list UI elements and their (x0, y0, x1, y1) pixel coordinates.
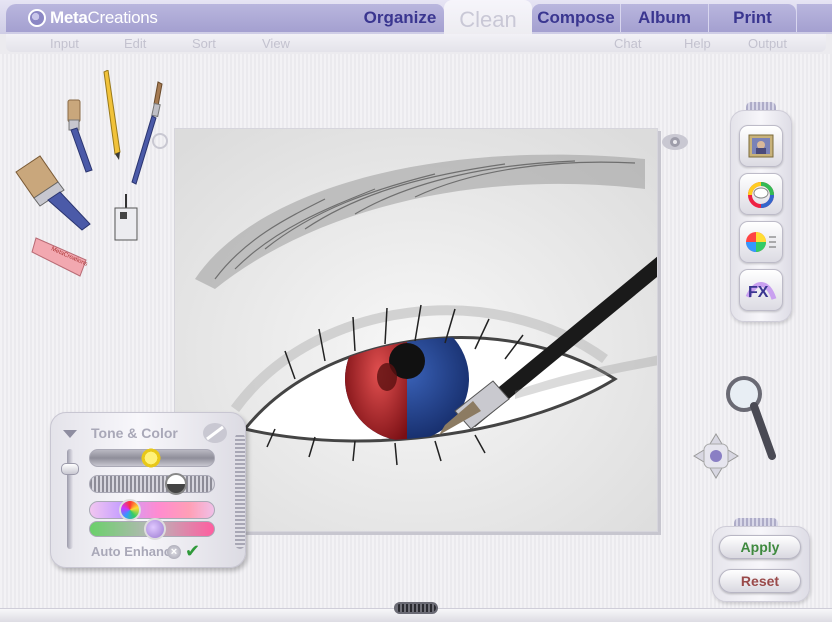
auto-enhance-label: Auto Enhance (91, 544, 179, 559)
view-eye-icon[interactable] (660, 132, 690, 152)
navigation-pad-icon[interactable] (692, 432, 740, 480)
canvas-corner-icon[interactable] (148, 132, 170, 152)
menu-chat[interactable]: Chat (614, 36, 641, 51)
saturation-knob-icon[interactable] (144, 518, 167, 540)
tool-palette: MetaCreations (10, 68, 170, 288)
menu-view[interactable]: View (262, 36, 290, 51)
tab-bar-end (796, 4, 832, 32)
brush-icon[interactable] (201, 421, 229, 445)
saturation-slider[interactable] (89, 518, 215, 540)
tab-album[interactable]: Album (620, 4, 708, 32)
hue-slider[interactable] (89, 499, 215, 521)
right-toolbar: FX (730, 110, 792, 322)
hue-knob-icon[interactable] (119, 499, 142, 521)
brightness-slider[interactable] (89, 447, 215, 469)
contrast-slider[interactable] (89, 473, 215, 495)
tab-print[interactable]: Print (708, 4, 796, 32)
eye-photo (175, 129, 657, 531)
top-tab-bar: Meta Creations Organize Clean Compose Alb… (0, 0, 832, 40)
brand-name-rest: Creations (87, 8, 158, 27)
reset-button[interactable]: Reset (719, 569, 801, 593)
menu-input[interactable]: Input (50, 36, 79, 51)
tab-organize[interactable]: Organize (356, 4, 444, 32)
apply-button[interactable]: Apply (719, 535, 801, 559)
photo-frame-icon (748, 134, 774, 158)
menu-edit[interactable]: Edit (124, 36, 146, 51)
photo-frame-button[interactable] (739, 125, 783, 167)
contrast-knob-icon[interactable] (164, 473, 187, 495)
color-adjust-icon (746, 232, 776, 252)
tone-color-panel: Tone & Color Auto Enhance × ✔ (50, 412, 246, 568)
fx-icon: FX (745, 282, 777, 301)
auto-enhance-confirm-icon[interactable]: ✔ (185, 541, 200, 562)
brightness-knob-icon[interactable] (139, 447, 162, 469)
svg-text:FX: FX (748, 284, 769, 301)
photo-canvas[interactable] (174, 128, 658, 532)
action-panel: Apply Reset (712, 526, 810, 602)
paint-can-icon[interactable] (112, 194, 140, 246)
tab-compose[interactable]: Compose (532, 4, 620, 32)
bottom-drawer-handle[interactable] (394, 602, 438, 614)
brand-logo: Meta Creations (6, 4, 356, 32)
color-adjust-button[interactable] (739, 221, 783, 263)
collapse-triangle-icon[interactable] (63, 430, 77, 438)
auto-enhance-cancel-icon[interactable]: × (167, 545, 181, 559)
panel-scroll-grip[interactable] (235, 433, 245, 549)
vertical-slider-knob[interactable] (61, 463, 79, 475)
tone-color-title: Tone & Color (91, 425, 178, 441)
wide-brush-icon[interactable] (14, 152, 94, 232)
color-wheel-bunny-icon (748, 182, 774, 208)
pencil-icon[interactable] (98, 70, 124, 160)
color-wheel-bunny-button[interactable] (739, 173, 783, 215)
brand-name-bold: Meta (50, 8, 88, 27)
menu-sort[interactable]: Sort (192, 36, 216, 51)
menu-output[interactable]: Output (748, 36, 787, 51)
eraser-icon[interactable]: MetaCreations (30, 230, 94, 280)
sub-menu-bar: Input Edit Sort View Chat Help Output (6, 34, 826, 52)
menu-help[interactable]: Help (684, 36, 711, 51)
metacreations-logo-icon (28, 9, 46, 27)
fx-button[interactable]: FX (739, 269, 783, 311)
